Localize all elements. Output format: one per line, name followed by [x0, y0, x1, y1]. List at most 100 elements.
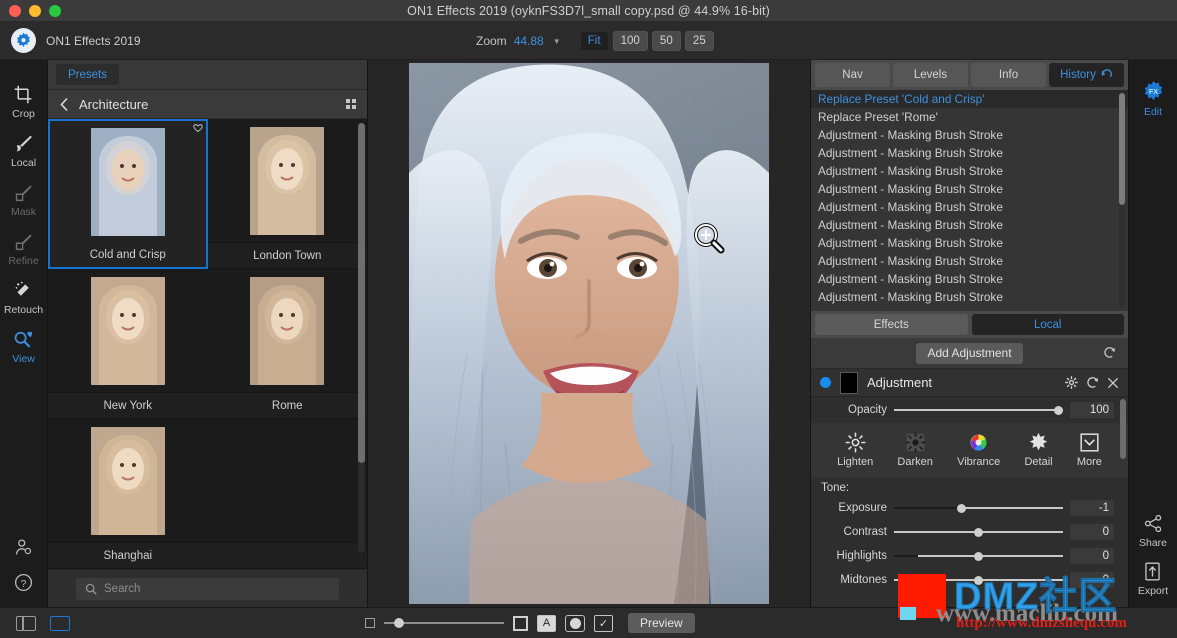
- refine-icon: [15, 234, 32, 251]
- preset-item[interactable]: Rome: [207, 269, 367, 419]
- undo-icon: [1101, 69, 1112, 78]
- history-item[interactable]: Adjustment - Masking Brush Stroke: [811, 126, 1128, 144]
- exposure-value[interactable]: -1: [1070, 500, 1114, 516]
- midtones-slider-knob[interactable]: [974, 575, 983, 585]
- zoom-fit-button[interactable]: Fit: [579, 31, 609, 51]
- opacity-value[interactable]: 100: [1070, 402, 1114, 418]
- history-item[interactable]: Adjustment - Masking Brush Stroke: [811, 288, 1128, 306]
- tool-retouch[interactable]: Retouch: [0, 274, 48, 323]
- checkmark-box-icon[interactable]: ✓: [594, 614, 613, 632]
- thumbnail-size-slider[interactable]: [384, 618, 504, 628]
- module-edit[interactable]: FX Edit: [1142, 74, 1165, 124]
- opacity-slider[interactable]: [894, 405, 1063, 415]
- highlights-value[interactable]: 0: [1070, 548, 1114, 564]
- reset-icon[interactable]: [1103, 346, 1116, 364]
- tool-view[interactable]: View: [0, 323, 48, 372]
- preset-item[interactable]: London Town: [207, 119, 367, 269]
- exposure-slider-knob[interactable]: [957, 503, 967, 513]
- tool-local[interactable]: Local: [0, 127, 48, 176]
- image-canvas[interactable]: [368, 60, 810, 607]
- preset-thumbnail-wrap: [48, 119, 208, 243]
- tab-presets[interactable]: Presets: [56, 64, 119, 85]
- gear-icon[interactable]: [1065, 376, 1078, 389]
- exposure-slider[interactable]: [894, 503, 1063, 513]
- presets-breadcrumb: Architecture: [48, 90, 367, 119]
- zoom-100-button[interactable]: 100: [612, 31, 648, 51]
- help-icon[interactable]: ?: [13, 572, 34, 593]
- app-window: ON1 Effects 2019 (oyknFS3D7l_small copy.…: [0, 0, 1177, 638]
- contrast-slider-knob[interactable]: [974, 527, 983, 537]
- module-share[interactable]: Share: [1139, 507, 1167, 555]
- quick-tool-darken[interactable]: Darken: [897, 432, 933, 468]
- tool-crop[interactable]: Crop: [0, 78, 48, 127]
- history-scrollbar-thumb[interactable]: [1119, 93, 1125, 205]
- preset-item[interactable]: New York: [48, 269, 208, 419]
- contrast-slider[interactable]: [894, 527, 1063, 537]
- history-item[interactable]: Adjustment - Masking Brush Stroke: [811, 234, 1128, 252]
- preset-item[interactable]: Cold and Crisp: [48, 119, 208, 269]
- zoom-value[interactable]: 44.88: [514, 34, 544, 48]
- chevron-left-icon[interactable]: [59, 97, 70, 112]
- quick-tool-vibrance[interactable]: Vibrance: [957, 432, 1000, 468]
- large-thumbnail-icon[interactable]: [513, 615, 528, 631]
- history-item[interactable]: Adjustment - Masking Brush Stroke: [811, 180, 1128, 198]
- small-thumbnail-icon[interactable]: [365, 618, 375, 628]
- tool-refine[interactable]: Refine: [0, 225, 48, 274]
- presets-scrollbar-thumb[interactable]: [358, 123, 365, 463]
- letter-overlay-icon[interactable]: A: [537, 614, 556, 632]
- quick-tool-more[interactable]: More: [1077, 432, 1102, 468]
- zoom-25-button[interactable]: 25: [684, 31, 714, 51]
- add-adjustment-button[interactable]: Add Adjustment: [916, 342, 1023, 364]
- photo-preview[interactable]: [409, 63, 769, 604]
- preview-button[interactable]: Preview: [628, 613, 695, 633]
- fx-icon: FX: [1144, 80, 1162, 101]
- tab-info[interactable]: Info: [971, 63, 1046, 87]
- panel-toggle-icon[interactable]: [16, 615, 36, 631]
- tab-effects[interactable]: Effects: [815, 314, 968, 335]
- history-item[interactable]: Replace Preset 'Rome': [811, 108, 1128, 126]
- presets-search-row: Search: [48, 569, 367, 607]
- tab-nav[interactable]: Nav: [815, 63, 890, 87]
- favorite-heart-icon[interactable]: [192, 123, 203, 133]
- circle-overlay-icon[interactable]: [565, 614, 585, 632]
- quick-tool-lighten[interactable]: Lighten: [837, 432, 873, 468]
- reset-icon[interactable]: [1086, 376, 1099, 389]
- midtones-slider[interactable]: [894, 575, 1063, 585]
- highlights-slider-knob[interactable]: [974, 551, 983, 561]
- tab-history[interactable]: History: [1049, 63, 1124, 87]
- history-list[interactable]: Replace Preset 'Cold and Crisp' Replace …: [811, 90, 1128, 311]
- opacity-slider-knob[interactable]: [1054, 405, 1063, 415]
- thumbnail-size-slider-knob[interactable]: [394, 618, 404, 628]
- account-icon[interactable]: [13, 537, 34, 558]
- midtones-value[interactable]: 0: [1070, 572, 1114, 588]
- history-item[interactable]: Adjustment - Masking Brush Stroke: [811, 270, 1128, 288]
- chevron-down-icon[interactable]: ▼: [553, 37, 561, 46]
- tool-mask[interactable]: Mask: [0, 176, 48, 225]
- history-item[interactable]: Adjustment - Masking Brush Stroke: [811, 198, 1128, 216]
- presets-list[interactable]: Cold and Crisp London Town New York Rome…: [48, 119, 367, 569]
- contrast-label: Contrast: [843, 526, 887, 538]
- zoom-50-button[interactable]: 50: [651, 31, 681, 51]
- search-input[interactable]: Search: [76, 577, 339, 600]
- history-item[interactable]: Adjustment - Masking Brush Stroke: [811, 252, 1128, 270]
- history-item[interactable]: Adjustment - Masking Brush Stroke: [811, 144, 1128, 162]
- history-item[interactable]: Replace Preset 'Cold and Crisp': [811, 90, 1128, 108]
- tab-levels[interactable]: Levels: [893, 63, 968, 87]
- adjustment-mask-thumbnail[interactable]: [840, 371, 858, 394]
- adjustment-enabled-toggle[interactable]: [820, 377, 831, 388]
- preset-item[interactable]: Shanghai: [48, 419, 208, 569]
- history-item[interactable]: Adjustment - Masking Brush Stroke: [811, 162, 1128, 180]
- close-icon[interactable]: [1107, 377, 1119, 389]
- grid-view-icon[interactable]: [346, 99, 356, 109]
- main-body: Crop Local Mask Refine Retouch View ? Pr…: [0, 60, 1177, 607]
- highlights-slider[interactable]: [894, 551, 1063, 561]
- history-item[interactable]: Adjustment - Masking Brush Stroke: [811, 216, 1128, 234]
- contrast-value[interactable]: 0: [1070, 524, 1114, 540]
- properties-scrollbar-thumb[interactable]: [1120, 399, 1126, 459]
- preset-label: New York: [48, 393, 208, 419]
- exposure-label: Exposure: [838, 502, 887, 514]
- view-mode-icon[interactable]: [50, 615, 70, 631]
- quick-tool-detail[interactable]: Detail: [1024, 432, 1053, 468]
- tab-local[interactable]: Local: [971, 314, 1124, 335]
- module-export[interactable]: Export: [1138, 555, 1168, 607]
